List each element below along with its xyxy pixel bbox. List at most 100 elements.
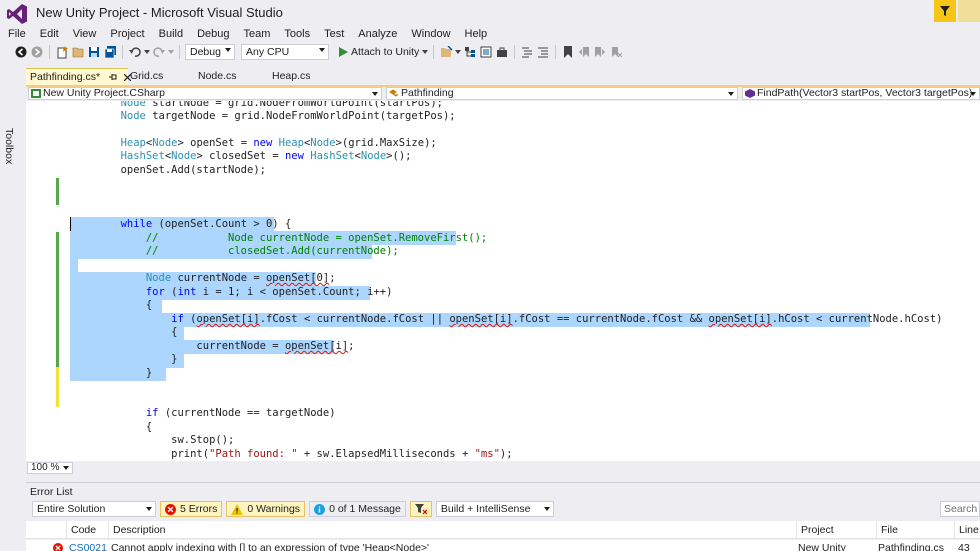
previous-bookmark-icon[interactable]	[577, 45, 591, 59]
visual-studio-window: New Unity Project - Microsoft Visual Stu…	[0, 0, 980, 551]
tab-node-cs[interactable]: Node.cs	[194, 68, 264, 85]
toolbox-strip: Toolbox	[0, 62, 26, 482]
warnings-filter-button[interactable]: 0 Warnings	[226, 501, 306, 517]
error-row[interactable]: CS0021 Cannot apply indexing with [] to …	[26, 540, 980, 551]
project-dropdown[interactable]: New Unity Project.CSharp	[28, 87, 382, 100]
code-line: Node targetNode = grid.NodeFromWorldPoin…	[120, 110, 456, 122]
menu-bar: File Edit View Project Build Debug Team …	[0, 26, 980, 42]
menu-debug[interactable]: Debug	[189, 28, 229, 40]
code-line: {	[70, 326, 178, 338]
code-line: Heap<Node> openSet = new Heap<Node>(grid…	[120, 137, 437, 149]
new-project-icon[interactable]	[55, 45, 69, 59]
menu-analyze[interactable]: Analyze	[350, 28, 397, 40]
column-line[interactable]: Line	[954, 521, 980, 539]
next-bookmark-icon[interactable]	[593, 45, 607, 59]
messages-filter-button[interactable]: 0 of 1 Message	[309, 501, 406, 517]
menu-tools[interactable]: Tools	[276, 28, 310, 40]
text-cursor	[70, 217, 71, 231]
toolbar-separator	[555, 45, 557, 59]
code-editor[interactable]: Node startNode = grid.NodeFromWorldPoint…	[26, 101, 980, 461]
toolbar-separator	[122, 45, 123, 59]
chevron-down-icon	[728, 92, 734, 96]
notification-icon[interactable]	[958, 0, 980, 22]
menu-test[interactable]: Test	[316, 28, 344, 40]
error-search-input[interactable]: Search E	[940, 501, 980, 517]
bookmark-icon[interactable]	[561, 45, 575, 59]
forward-icon[interactable]	[30, 45, 44, 59]
undo-icon[interactable]	[128, 45, 142, 59]
toolbar-separator	[433, 45, 435, 59]
back-icon[interactable]	[14, 45, 28, 59]
attach-to-unity-button[interactable]: Attach to Unity	[339, 46, 429, 58]
column-project[interactable]: Project	[796, 521, 876, 539]
chevron-down-icon	[422, 50, 429, 54]
chevron-down-icon[interactable]	[168, 45, 174, 59]
bottom-left-strip	[0, 482, 26, 551]
error-list-header: Code Description Project File Line	[26, 521, 980, 539]
code-line: while (openSet.Count > 0) {	[120, 218, 292, 230]
solution-configuration-select[interactable]: Debug	[185, 44, 235, 60]
clear-bookmarks-icon[interactable]	[609, 45, 623, 59]
error-code-link[interactable]: CS0021	[69, 542, 107, 551]
saved-change-marker	[56, 232, 59, 367]
selection-highlight	[70, 259, 78, 272]
code-line: if (openSet[i].fCost < currentNode.fCost…	[171, 313, 943, 325]
code-line: currentNode = openSet[i];	[70, 340, 355, 352]
csharp-project-icon	[31, 89, 41, 98]
solution-platform-select[interactable]: Any CPU	[241, 44, 329, 60]
properties-icon[interactable]	[479, 45, 493, 59]
comment-lines-icon[interactable]	[520, 45, 534, 59]
play-icon	[339, 47, 348, 57]
column-file[interactable]: File	[876, 521, 956, 539]
toolbox-tab[interactable]: Toolbox	[3, 128, 15, 164]
tab-grid-cs[interactable]: Grid.cs	[126, 68, 192, 85]
chevron-down-icon[interactable]	[144, 45, 150, 59]
filter-icon	[414, 503, 427, 514]
code-line: }	[70, 353, 178, 365]
chevron-down-icon	[372, 92, 378, 96]
filter-toggle-button[interactable]	[409, 501, 432, 517]
document-tabs: Pathfinding.cs* Grid.cs Node.cs Heap.cs	[26, 68, 980, 85]
save-icon[interactable]	[87, 45, 101, 59]
chevron-down-icon	[970, 92, 976, 96]
errors-filter-button[interactable]: 5 Errors	[160, 501, 223, 517]
pin-icon[interactable]	[108, 73, 118, 81]
code-line: Node currentNode = openSet[0];	[145, 272, 336, 284]
unsaved-change-marker	[56, 367, 59, 407]
column-code[interactable]: Code	[66, 521, 108, 539]
menu-edit[interactable]: Edit	[32, 28, 59, 40]
menu-view[interactable]: View	[65, 28, 97, 40]
feedback-filter-icon[interactable]	[934, 0, 956, 22]
code-line: if (currentNode == targetNode)	[145, 407, 336, 419]
tab-heap-cs[interactable]: Heap.cs	[268, 68, 338, 85]
member-dropdown[interactable]: FindPath(Vector3 startPos, Vector3 targe…	[742, 87, 980, 100]
code-line: // closedSet.Add(currentNode);	[70, 245, 399, 257]
redo-icon[interactable]	[152, 45, 166, 59]
browser-link-icon[interactable]	[439, 45, 453, 59]
save-all-icon[interactable]	[103, 45, 117, 59]
uncomment-lines-icon[interactable]	[536, 45, 550, 59]
solution-explorer-icon[interactable]	[463, 45, 477, 59]
open-file-icon[interactable]	[71, 45, 85, 59]
menu-window[interactable]: Window	[403, 28, 450, 40]
scope-select[interactable]: Entire Solution	[32, 501, 156, 517]
menu-help[interactable]: Help	[457, 28, 488, 40]
code-line: }	[70, 367, 153, 379]
column-description[interactable]: Description	[108, 521, 798, 539]
menu-build[interactable]: Build	[151, 28, 183, 40]
build-filter-select[interactable]: Build + IntelliSense	[435, 501, 554, 517]
tab-pathfinding-cs[interactable]: Pathfinding.cs*	[26, 68, 132, 85]
error-file: Pathfinding.cs	[878, 542, 944, 551]
toolbox-icon[interactable]	[495, 45, 509, 59]
zoom-select[interactable]: 100 %	[27, 462, 73, 474]
error-project: New Unity	[798, 542, 846, 551]
class-icon	[389, 89, 399, 97]
menu-file[interactable]: File	[0, 28, 26, 40]
error-icon	[165, 503, 176, 515]
menu-project[interactable]: Project	[102, 28, 144, 40]
chevron-down-icon[interactable]	[455, 45, 462, 59]
standard-toolbar: Debug Any CPU Attach to Unity	[0, 42, 980, 62]
class-dropdown[interactable]: Pathfinding	[386, 87, 738, 100]
error-list-panel: Error List Entire Solution 5 Errors 0 Wa…	[26, 482, 980, 551]
menu-team[interactable]: Team	[236, 28, 271, 40]
